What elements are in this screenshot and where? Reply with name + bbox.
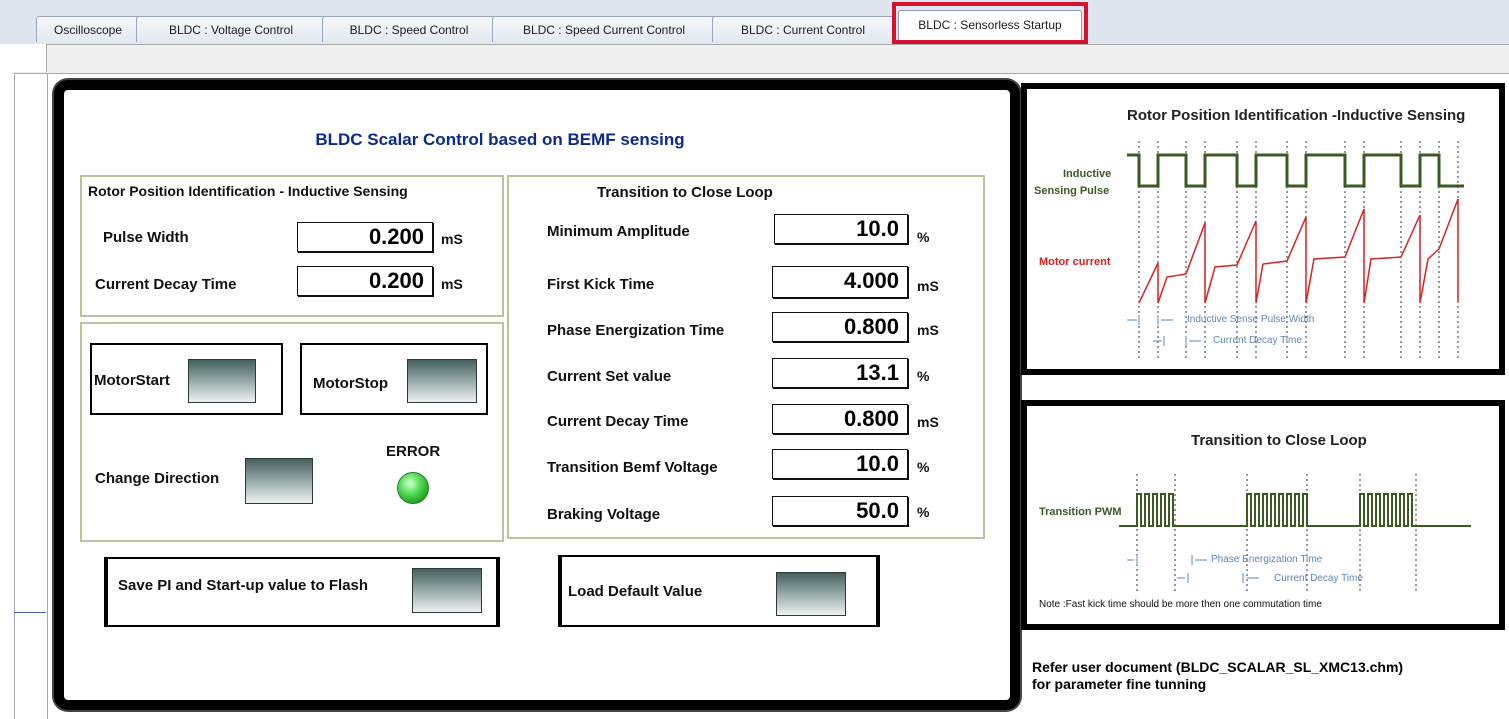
transition-pwm-waveform — [1119, 474, 1471, 591]
rotor-heading: Rotor Position Identification - Inductiv… — [88, 183, 408, 199]
transition-decay-field[interactable]: 0.800 — [772, 404, 908, 434]
active-tab-highlight — [892, 2, 1088, 44]
panel-title: BLDC Scalar Control based on BEMF sensin… — [315, 130, 685, 149]
first-kick-time-field[interactable]: 4.000 — [772, 266, 908, 298]
pulse-width-field[interactable]: 0.200 — [297, 222, 433, 252]
phase-energization-unit: mS — [917, 322, 939, 338]
transition-heading: Transition to Close Loop — [597, 184, 773, 201]
tab-oscilloscope[interactable]: Oscilloscope — [36, 16, 140, 42]
motor-start-label: MotorStart — [94, 372, 170, 389]
transition-bemf-field[interactable]: 10.0 — [772, 449, 908, 479]
left-strip-marker — [14, 612, 46, 613]
current-set-value-unit: % — [917, 368, 930, 384]
motor-stop-label: MotorStop — [313, 375, 388, 392]
decay-time-annotation: Current Decay Time — [1213, 335, 1302, 346]
minimum-amplitude-field[interactable]: 10.0 — [774, 214, 908, 244]
braking-voltage-field[interactable]: 50.0 — [772, 496, 908, 526]
rotor-decay-label: Current Decay Time — [95, 276, 237, 293]
transition-bemf-label: Transition Bemf Voltage — [547, 459, 718, 476]
refer-line-2: for parameter fine tunning — [1032, 676, 1207, 692]
refer-line-1: Refer user document (BLDC_SCALAR_SL_XMC1… — [1032, 659, 1404, 675]
error-label: ERROR — [386, 443, 441, 460]
transition-decay-label: Current Decay Time — [547, 413, 689, 430]
save-flash-label: Save PI and Start-up value to Flash — [118, 577, 369, 594]
close-loop-diagram: Transition to Close Loop Transition PWM … — [1021, 400, 1505, 630]
motor-start-button[interactable] — [188, 359, 256, 403]
fast-kick-note: Note :Fast kick time should be more then… — [1039, 599, 1322, 610]
save-flash-button[interactable] — [412, 568, 482, 613]
phase-energization-field[interactable]: 0.800 — [772, 312, 908, 342]
transition-decay-annotation: Current Decay Time — [1274, 573, 1363, 584]
transition-decay-unit: mS — [917, 414, 939, 430]
change-direction-label: Change Direction — [95, 470, 220, 487]
rotor-decay-field[interactable]: 0.200 — [297, 266, 433, 296]
pulse-width-annotation: Inductive Sense Pulse Width — [1187, 314, 1315, 325]
inductive-sensing-diagram: Rotor Position Identification -Inductive… — [1021, 83, 1505, 375]
inductive-sensing-waveform — [1127, 141, 1464, 359]
rotor-decay-unit: mS — [441, 276, 463, 292]
tool-strip — [14, 44, 1509, 74]
minimum-amplitude-unit: % — [917, 229, 930, 245]
phase-energization-annotation: Phase Energization Time — [1211, 554, 1323, 565]
load-default-label: Load Default Value — [568, 583, 703, 600]
change-direction-button[interactable] — [245, 458, 313, 504]
motor-stop-button[interactable] — [407, 359, 477, 403]
tab-speed-current-control[interactable]: BLDC : Speed Current Control — [492, 16, 716, 42]
load-default-button[interactable] — [776, 572, 846, 616]
pulse-width-label: Pulse Width — [103, 229, 189, 246]
tab-voltage-control[interactable]: BLDC : Voltage Control — [136, 16, 326, 42]
braking-voltage-unit: % — [917, 504, 930, 520]
minimum-amplitude-label: Minimum Amplitude — [547, 223, 690, 240]
first-kick-time-label: First Kick Time — [547, 276, 655, 293]
current-set-value-label: Current Set value — [547, 368, 672, 385]
braking-voltage-label: Braking Voltage — [547, 506, 661, 523]
phase-energization-label: Phase Energization Time — [547, 322, 725, 339]
tab-bar: Oscilloscope BLDC : Voltage Control BLDC… — [0, 0, 1509, 44]
tab-current-control[interactable]: BLDC : Current Control — [712, 16, 894, 42]
first-kick-time-unit: mS — [917, 278, 939, 294]
current-set-value-field[interactable]: 13.1 — [772, 358, 908, 388]
error-led — [397, 472, 429, 504]
left-corner — [14, 44, 47, 72]
tab-speed-control[interactable]: BLDC : Speed Control — [322, 16, 496, 42]
pulse-width-unit: mS — [441, 231, 463, 247]
transition-bemf-unit: % — [917, 459, 930, 475]
